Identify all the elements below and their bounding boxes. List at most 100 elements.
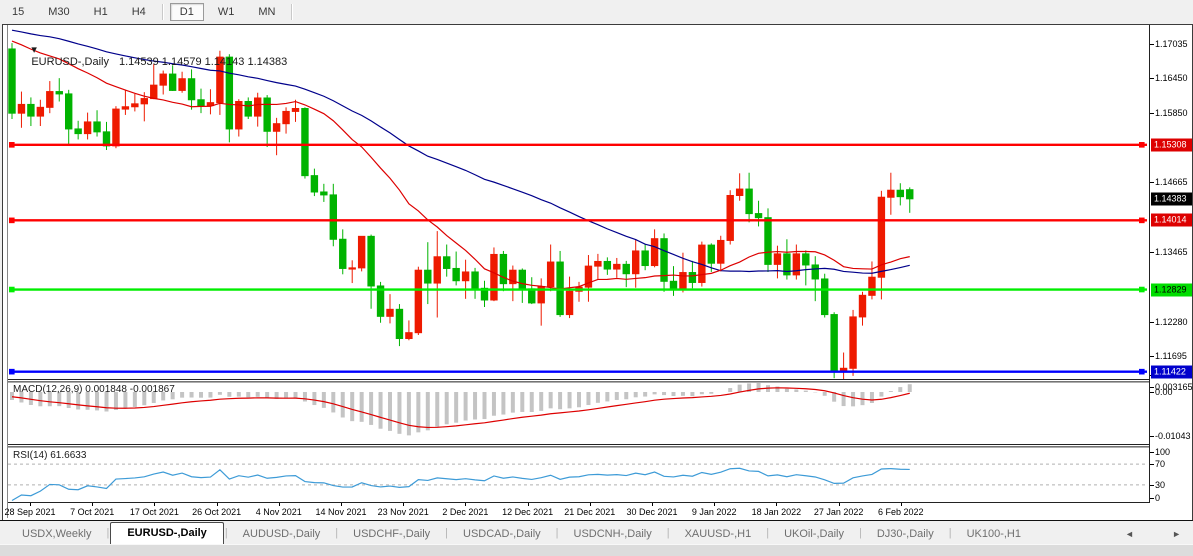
candle — [321, 192, 327, 195]
candle — [415, 270, 421, 332]
terminal-window: 15M30 H1H4 D1W1MN ▾ EURUSD-,Daily 1.14539 1… — [0, 0, 1193, 556]
candle — [897, 190, 903, 196]
candle — [292, 109, 298, 112]
level-handle-left[interactable] — [9, 287, 15, 293]
candle — [689, 273, 695, 283]
candle — [37, 107, 43, 116]
tab-scroll-left-arrow[interactable]: ◄ — [1125, 529, 1134, 539]
candle — [273, 124, 279, 132]
date-axis-tick-mark — [217, 503, 218, 506]
candle — [888, 190, 894, 197]
tab-usdcnh-daily[interactable]: USDCNH-,Daily — [560, 524, 666, 545]
tab-eurusd-daily[interactable]: EURUSD-,Daily — [110, 522, 223, 545]
date-axis-label: 2 Dec 2021 — [442, 507, 488, 517]
candle — [122, 107, 128, 109]
candle — [406, 333, 412, 339]
candle — [179, 79, 185, 91]
tab-ukoil-daily[interactable]: UKOil-,Daily — [770, 524, 858, 545]
candle — [56, 92, 62, 94]
level-handle-left[interactable] — [9, 369, 15, 375]
candle — [18, 104, 24, 113]
level-handle-right[interactable] — [1139, 142, 1145, 148]
level-handle-left[interactable] — [9, 142, 15, 148]
date-axis-label: 30 Dec 2021 — [626, 507, 677, 517]
candle — [680, 273, 686, 289]
main-price-pane — [9, 30, 1147, 384]
price-axis-tick-label: 1.16450 — [1155, 73, 1188, 83]
price-axis-tick-label: 1.11695 — [1155, 351, 1187, 361]
date-axis-label: 4 Nov 2021 — [256, 507, 302, 517]
tab-xauusd-h1[interactable]: XAUUSD-,H1 — [671, 524, 766, 545]
candle — [132, 104, 138, 107]
chart-dropdown-icon[interactable]: ▾ — [31, 44, 37, 56]
candle — [774, 254, 780, 265]
price-axis: 1.170351.164501.158501.146651.134651.122… — [1149, 25, 1192, 503]
date-axis-tick-mark — [92, 503, 93, 506]
chart-tabs-bar: USDX,Weekly|EURUSD-,Daily|AUDUSD-,Daily|… — [0, 520, 1193, 545]
level-handle-right[interactable] — [1139, 369, 1145, 375]
chart-window: ▾ EURUSD-,Daily1.14539 1.14579 1.14143 1… — [2, 24, 1193, 521]
candle — [368, 236, 374, 286]
macd-axis-tick-mark — [1150, 392, 1154, 393]
timeframe-button-h4[interactable]: H4 — [122, 3, 156, 21]
date-axis-tick-mark — [901, 503, 902, 506]
candle — [869, 277, 875, 295]
date-axis-tick-mark — [30, 503, 31, 506]
timeframe-button-15[interactable]: 15 — [2, 3, 34, 21]
rsi-axis-tick-mark — [1150, 452, 1154, 453]
tab-dj30-daily[interactable]: DJ30-,Daily — [863, 524, 948, 545]
level-handle-right[interactable] — [1139, 287, 1145, 293]
candle — [519, 270, 525, 289]
timeframe-button-w1[interactable]: W1 — [208, 3, 245, 21]
candle — [566, 291, 572, 314]
rsi-axis-tick-mark — [1150, 485, 1154, 486]
candle — [755, 214, 761, 218]
timeframe-button-m30[interactable]: M30 — [38, 3, 79, 21]
tab-usdx-weekly[interactable]: USDX,Weekly — [8, 524, 105, 545]
timeframe-button-h1[interactable]: H1 — [84, 3, 118, 21]
candle — [113, 109, 119, 146]
candle — [349, 268, 355, 269]
date-axis-label: 23 Nov 2021 — [378, 507, 429, 517]
tab-usdchf-daily[interactable]: USDCHF-,Daily — [339, 524, 444, 545]
candle — [396, 309, 402, 338]
date-axis-tick-mark — [279, 503, 280, 506]
candle — [529, 289, 535, 303]
tab-audusd-daily[interactable]: AUDUSD-,Daily — [229, 524, 335, 545]
candle — [47, 92, 53, 108]
candle — [151, 85, 157, 98]
level-handle-left[interactable] — [9, 218, 15, 224]
macd-indicator-label: MACD(12,26,9) 0.001848 -0.001867 — [13, 384, 175, 395]
rsi-value: 61.6633 — [50, 450, 86, 461]
price-axis-tick-label: 1.17035 — [1155, 39, 1188, 49]
candle — [822, 279, 828, 315]
candle — [491, 254, 497, 300]
level-handle-right[interactable] — [1139, 218, 1145, 224]
date-axis-label: 21 Dec 2021 — [564, 507, 615, 517]
price-tag-resistance-lower: 1.14014 — [1151, 214, 1192, 227]
candle — [188, 79, 194, 100]
rsi-line — [12, 468, 910, 500]
ohlc-open: 1.14539 — [119, 56, 159, 68]
timeframe-toolbar: 15M30 H1H4 D1W1MN — [0, 0, 1193, 23]
candle — [604, 261, 610, 269]
timeframe-button-mn[interactable]: MN — [248, 3, 285, 21]
date-axis-tick-mark — [154, 503, 155, 506]
macd-axis-tick-mark — [1150, 387, 1154, 388]
chart-canvas[interactable] — [8, 25, 1149, 503]
date-axis-tick-mark — [652, 503, 653, 506]
rsi-indicator-label: RSI(14) 61.6633 — [13, 450, 86, 461]
date-axis-tick-mark — [341, 503, 342, 506]
candle — [425, 270, 431, 283]
candle — [245, 102, 251, 117]
candle — [500, 254, 506, 283]
ohlc-close: 1.14383 — [247, 56, 287, 68]
tab-scroll-right-arrow[interactable]: ► — [1172, 529, 1181, 539]
chart-symbol-label: EURUSD-,Daily — [31, 56, 109, 68]
timeframe-button-d1[interactable]: D1 — [170, 3, 204, 21]
tab-usdcad-daily[interactable]: USDCAD-,Daily — [449, 524, 555, 545]
ohlc-low: 1.14143 — [205, 56, 245, 68]
candle — [283, 111, 289, 123]
tab-uk100-h1[interactable]: UK100-,H1 — [953, 524, 1035, 545]
candle — [340, 239, 346, 268]
